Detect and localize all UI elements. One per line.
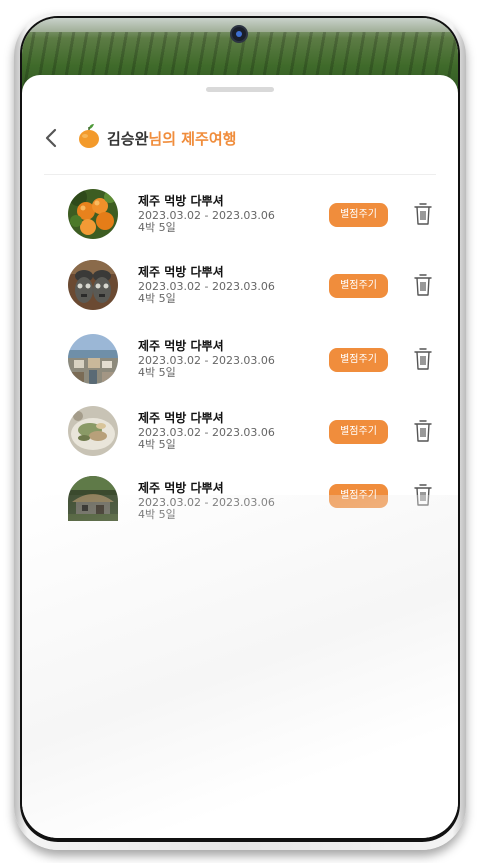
trash-icon[interactable] [413, 483, 433, 507]
trip-duration: 4박 5일 [138, 221, 176, 234]
phone-frame: 김승완님의 제주여행 제주 먹방 다뿌셔 2023.03.02 - 2023.0… [14, 12, 466, 850]
trip-info: 제주 먹방 다뿌셔 2023.03.02 - 2023.03.06 4박 5일 [138, 265, 328, 304]
trash-icon[interactable] [413, 202, 433, 226]
trip-info: 제주 먹방 다뿌셔 2023.03.02 - 2023.03.06 4박 5일 [138, 194, 328, 233]
trip-row[interactable]: 제주 먹방 다뿌셔 2023.03.02 - 2023.03.06 4박 5일 … [22, 258, 458, 318]
trip-thumbnail-seafood-dish [68, 406, 118, 456]
trip-row[interactable]: 제주 먹방 다뿌셔 2023.03.02 - 2023.03.06 4박 5일 … [22, 404, 458, 464]
page-title: 김승완님의 제주여행 [107, 128, 236, 149]
screen-glare [22, 495, 458, 838]
trip-row[interactable]: 제주 먹방 다뿌셔 2023.03.02 - 2023.03.06 4박 5일 … [22, 474, 458, 534]
trip-title: 제주 먹방 다뿌셔 [138, 339, 224, 353]
trip-row[interactable]: 제주 먹방 다뿌셔 2023.03.02 - 2023.03.06 4박 5일 … [22, 332, 458, 392]
trip-thumbnail-tangerines [68, 189, 118, 239]
trip-thumbnail-dol-hareubang [68, 260, 118, 310]
rate-button[interactable]: 별점주기 [329, 420, 388, 444]
trip-duration: 4박 5일 [138, 508, 176, 521]
trip-thumbnail-thatched-house [68, 476, 118, 521]
trip-info: 제주 먹방 다뿌셔 2023.03.02 - 2023.03.06 4박 5일 [138, 339, 328, 378]
trip-duration: 4박 5일 [138, 292, 176, 305]
sheet-drag-handle[interactable] [206, 87, 274, 92]
title-suffix: 님의 제주여행 [148, 130, 237, 148]
phone-bezel: 김승완님의 제주여행 제주 먹방 다뿌셔 2023.03.02 - 2023.0… [20, 16, 460, 842]
header-divider [44, 174, 436, 175]
trip-info: 제주 먹방 다뿌셔 2023.03.02 - 2023.03.06 4박 5일 [138, 411, 328, 450]
trip-duration: 4박 5일 [138, 438, 176, 451]
trash-icon[interactable] [413, 273, 433, 297]
trip-duration: 4박 5일 [138, 366, 176, 379]
back-button[interactable] [44, 127, 64, 149]
tangerine-icon [78, 123, 100, 149]
trip-thumbnail-coastal-town [68, 334, 118, 384]
trash-icon[interactable] [413, 347, 433, 371]
trip-info: 제주 먹방 다뿌셔 2023.03.02 - 2023.03.06 4박 5일 [138, 481, 328, 520]
rate-button[interactable]: 별점주기 [329, 348, 388, 372]
page-header: 김승완님의 제주여행 [22, 119, 458, 159]
front-camera [232, 27, 246, 41]
rate-button[interactable]: 별점주기 [329, 484, 388, 508]
trip-title: 제주 먹방 다뿌셔 [138, 481, 224, 495]
bottom-sheet: 김승완님의 제주여행 제주 먹방 다뿌셔 2023.03.02 - 2023.0… [22, 75, 458, 838]
trash-icon[interactable] [413, 419, 433, 443]
chevron-left-icon [45, 128, 57, 148]
user-name: 김승완 [107, 130, 149, 148]
trip-title: 제주 먹방 다뿌셔 [138, 411, 224, 425]
trip-row[interactable]: 제주 먹방 다뿌셔 2023.03.02 - 2023.03.06 4박 5일 … [22, 187, 458, 247]
rate-button[interactable]: 별점주기 [329, 203, 388, 227]
rate-button[interactable]: 별점주기 [329, 274, 388, 298]
app-screen: 김승완님의 제주여행 제주 먹방 다뿌셔 2023.03.02 - 2023.0… [22, 18, 458, 838]
trip-title: 제주 먹방 다뿌셔 [138, 265, 224, 279]
trip-title: 제주 먹방 다뿌셔 [138, 194, 224, 208]
